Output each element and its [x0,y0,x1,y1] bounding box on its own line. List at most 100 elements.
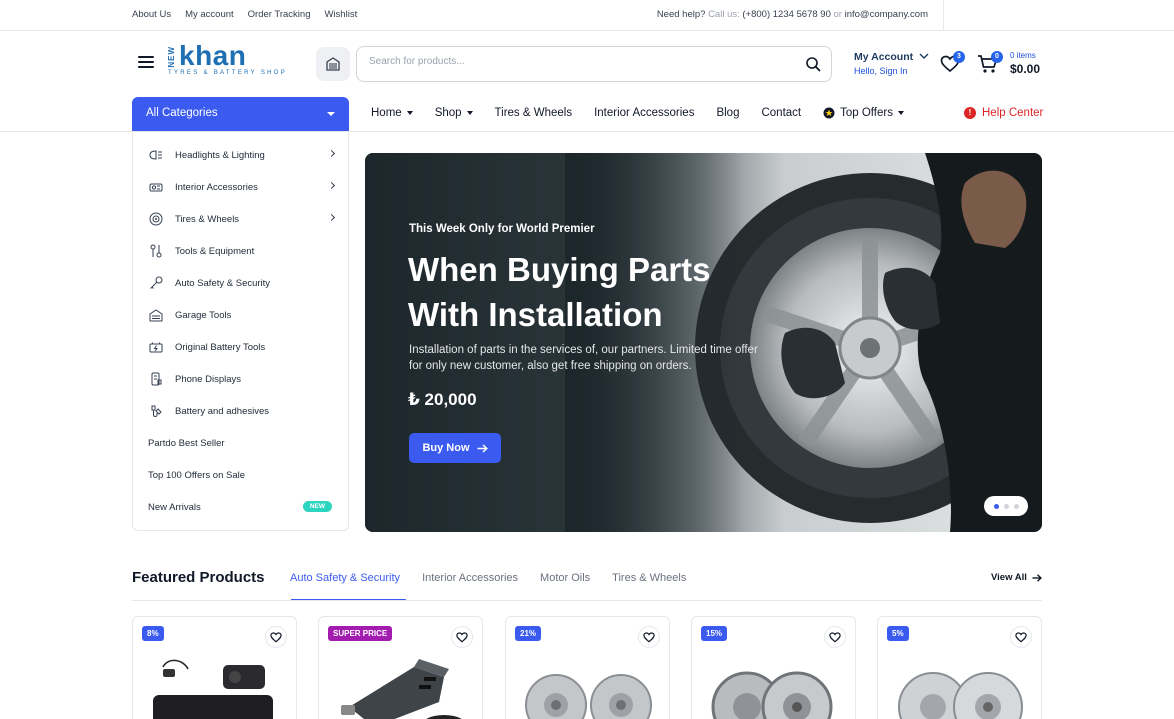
search-bar [356,46,832,82]
wishlist-heart-icon[interactable] [824,626,846,648]
logo-word: khan [179,40,247,71]
nav-item-top-offers[interactable]: Top Offers [823,107,904,119]
hero-description: Installation of parts in the services of… [409,344,758,372]
account-subtitle[interactable]: Hello, Sign In [854,66,913,76]
link-best-seller[interactable]: Partdo Best Seller [133,427,348,459]
nav-item-contact[interactable]: Contact [761,107,801,119]
link-label: New Arrivals [148,501,201,513]
category-tools-equipment[interactable]: Tools & Equipment [133,235,348,267]
category-label: Garage Tools [175,309,232,321]
logo-tagline: TYRES & BATTERY SHOP [168,70,288,76]
garage-icon [149,308,163,322]
slider-dot-3[interactable] [1013,503,1019,509]
nav-item-blog[interactable]: Blog [716,107,739,119]
garage-button[interactable] [316,47,350,81]
category-headlights-lighting[interactable]: Headlights & Lighting [133,139,348,171]
arrow-right-icon [477,443,488,453]
hero-title: When Buying Parts With Installation [408,247,808,337]
about-us-link[interactable]: About Us [132,9,171,20]
product-image-drilled-brake-discs [525,674,652,719]
caret-down-icon [327,112,335,116]
wishlist-heart-icon[interactable] [1010,626,1032,648]
wishlist-heart-icon[interactable] [451,626,473,648]
slider-dot-2[interactable] [1003,503,1009,509]
slider-dot-1[interactable] [993,503,999,509]
wishlist-heart-icon[interactable] [638,626,660,648]
hamburger-menu-icon[interactable] [138,56,154,70]
caret-down-icon [406,111,413,115]
product-card[interactable]: 8% [132,616,297,719]
category-interior-accessories[interactable]: Interior Accessories [133,171,348,203]
help-center-link[interactable]: ! Help Center [964,107,1043,119]
category-label: Tires & Wheels [175,213,240,225]
buy-now-button[interactable]: Buy Now [409,433,501,463]
tab-tires-wheels[interactable]: Tires & Wheels [612,572,686,584]
category-phone-displays[interactable]: Phone Displays [133,363,348,395]
slider-dots [984,496,1028,516]
link-top-offers[interactable]: Top 100 Offers on Sale [133,459,348,491]
nav-label: Top Offers [840,107,893,119]
nav-label: Shop [434,107,462,119]
link-new-arrivals[interactable]: New Arrivals NEW [133,491,348,523]
hero-price: ₺ 20,000 [408,390,477,409]
tab-motor-oils[interactable]: Motor Oils [540,572,590,584]
divider [943,0,944,31]
view-all-link[interactable]: View All [991,572,1042,583]
tools-icon [149,244,163,258]
product-card[interactable]: SUPER PRICE [318,616,483,719]
search-input[interactable] [369,56,789,67]
adhesive-icon [149,404,163,418]
nav-item-tires-wheels[interactable]: Tires & Wheels [495,107,573,119]
hero-title-line2: With Installation [408,296,663,333]
search-icon[interactable] [805,56,821,72]
category-tires-wheels[interactable]: Tires & Wheels [133,203,348,235]
cart-count-badge: 0 [991,51,1003,63]
logo[interactable]: NEW khan TYRES & BATTERY SHOP [167,40,302,80]
featured-title: Featured Products [132,569,265,586]
tire-icon [149,212,163,226]
view-all-label: View All [991,572,1027,583]
discount-badge: 21% [515,626,542,641]
email-link[interactable]: info@company.com [845,9,928,20]
top-bar: About Us My account Order Tracking Wishl… [0,0,1174,31]
cart-button[interactable]: 0 [977,51,1003,79]
nav-label: Blog [716,107,740,119]
new-badge: NEW [302,501,332,512]
product-image-car-charger [341,659,462,719]
nav-item-shop[interactable]: Shop [435,107,473,119]
chevron-right-icon [327,181,336,190]
category-original-battery-tools[interactable]: Original Battery Tools [133,331,348,363]
discount-badge: SUPER PRICE [328,626,393,641]
my-account-link[interactable]: My account [185,9,234,20]
category-label: Original Battery Tools [175,341,266,353]
top-links: About Us My account Order Tracking Wishl… [132,9,357,20]
category-label: Battery and adhesives [175,405,270,417]
tab-interior-accessories[interactable]: Interior Accessories [422,572,518,584]
all-categories-label: All Categories [146,107,218,119]
nav-item-interior-accessories[interactable]: Interior Accessories [594,107,694,119]
product-card[interactable]: 15% [691,616,856,719]
category-label: Interior Accessories [175,181,258,193]
nav-item-home[interactable]: Home [371,107,413,119]
order-tracking-link[interactable]: Order Tracking [248,9,311,20]
product-card[interactable]: 21% [505,616,670,719]
headlight-icon [149,148,163,162]
category-garage-tools[interactable]: Garage Tools [133,299,348,331]
tab-auto-safety-security[interactable]: Auto Safety & Security [290,572,400,584]
wishlist-button[interactable]: 3 [940,51,965,78]
all-categories-button[interactable]: All Categories [132,97,349,131]
product-card[interactable]: 5% [877,616,1042,719]
garage-icon [326,57,340,71]
cart-summary[interactable]: 0 items $0.00 [1010,51,1040,76]
category-auto-safety-security[interactable]: Auto Safety & Security [133,267,348,299]
category-label: Tools & Equipment [175,245,255,257]
wishlist-link[interactable]: Wishlist [324,9,357,20]
phone-number[interactable]: (+800) 1234 5678 90 [742,9,830,20]
account-title: My Account [854,51,914,63]
category-battery-adhesives[interactable]: Battery and adhesives [133,395,348,427]
link-label: Top 100 Offers on Sale [148,469,245,481]
cart-total: $0.00 [1010,62,1041,76]
account-menu[interactable]: My Account Hello, Sign In [854,51,929,76]
wishlist-heart-icon[interactable] [265,626,287,648]
product-image-vented-brake-discs [711,671,833,719]
